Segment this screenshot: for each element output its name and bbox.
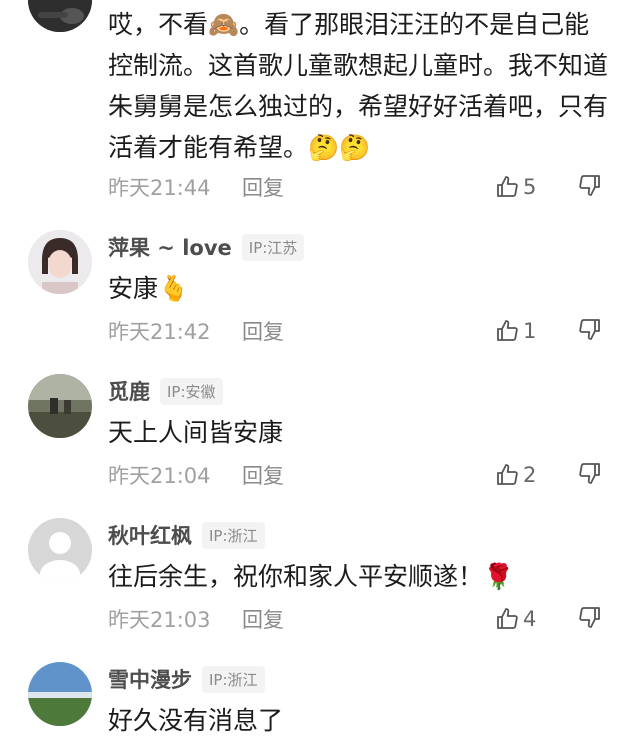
username[interactable]: 萍果 ~ love bbox=[108, 232, 232, 262]
ip-location-badge: IP:浙江 bbox=[202, 665, 265, 693]
comment-time: 昨天21:44 bbox=[108, 176, 211, 200]
avatar[interactable] bbox=[28, 518, 92, 582]
avatar[interactable] bbox=[28, 230, 92, 294]
comment-header: 雪中漫步 IP:浙江 bbox=[108, 662, 265, 696]
avatar-image bbox=[28, 662, 92, 726]
ip-location-badge: IP:安徽 bbox=[160, 377, 223, 405]
comment-text: 安康🫰 bbox=[108, 274, 190, 303]
like-button[interactable]: 4 bbox=[495, 607, 536, 631]
thumbs-down-icon bbox=[579, 463, 600, 484]
comment-time: 昨天21:04 bbox=[108, 464, 211, 488]
reply-button[interactable]: 回复 bbox=[242, 604, 284, 634]
thumbs-up-icon bbox=[497, 608, 518, 629]
comment-text: 好久没有消息了 bbox=[108, 706, 284, 735]
thumbs-down-icon bbox=[579, 607, 600, 628]
like-count: 5 bbox=[523, 175, 537, 199]
comment-text: 哎，不看🙈。看了那眼泪汪汪的不是自己能控制流。这首歌儿童歌想起儿童时。我不知道朱… bbox=[108, 10, 609, 162]
like-button[interactable]: 1 bbox=[495, 319, 536, 343]
comment-meta: 昨天21:42 回复 1 bbox=[108, 314, 618, 348]
thumbs-up-icon bbox=[497, 176, 518, 197]
thumbs-up-icon bbox=[497, 320, 518, 341]
reply-button[interactable]: 回复 bbox=[242, 172, 284, 202]
avatar-image bbox=[28, 230, 92, 294]
default-avatar-icon bbox=[28, 518, 92, 582]
avatar-image bbox=[28, 0, 92, 32]
dislike-button[interactable] bbox=[578, 173, 602, 201]
ip-location-badge: IP:江苏 bbox=[241, 233, 305, 261]
comment-header: 觅鹿 IP:安徽 bbox=[108, 374, 223, 408]
comment-text: 天上人间皆安康 bbox=[108, 418, 284, 447]
username[interactable]: 觅鹿 bbox=[108, 376, 150, 406]
comment-meta: 昨天21:04 回复 2 bbox=[108, 458, 618, 492]
username[interactable]: 雪中漫步 bbox=[108, 664, 192, 694]
comment-text: 往后余生，祝你和家人平安顺遂！🌹 bbox=[108, 562, 515, 591]
avatar[interactable] bbox=[28, 662, 92, 726]
dislike-button[interactable] bbox=[578, 317, 602, 345]
thumbs-down-icon bbox=[579, 319, 600, 340]
like-count: 1 bbox=[523, 319, 537, 343]
ip-location-badge: IP:浙江 bbox=[202, 521, 265, 549]
like-count: 4 bbox=[523, 607, 537, 631]
comment-header: 秋叶红枫 IP:浙江 bbox=[108, 518, 265, 552]
dislike-button[interactable] bbox=[578, 605, 602, 633]
avatar[interactable] bbox=[28, 374, 92, 438]
like-button[interactable]: 2 bbox=[495, 463, 536, 487]
comment-meta: 昨天21:44 回复 5 bbox=[108, 170, 618, 204]
comment-header: 萍果 ~ love IP:江苏 bbox=[108, 230, 305, 264]
username[interactable]: 秋叶红枫 bbox=[108, 520, 192, 550]
avatar-image bbox=[28, 374, 92, 438]
like-count: 2 bbox=[523, 463, 537, 487]
dislike-button[interactable] bbox=[578, 461, 602, 489]
comment-time: 昨天21:42 bbox=[108, 320, 211, 344]
reply-button[interactable]: 回复 bbox=[242, 460, 284, 490]
thumbs-down-icon bbox=[579, 175, 600, 196]
avatar[interactable] bbox=[28, 0, 92, 32]
like-button[interactable]: 5 bbox=[495, 175, 536, 199]
comment-time: 昨天21:03 bbox=[108, 608, 211, 632]
thumbs-up-icon bbox=[497, 464, 518, 485]
reply-button[interactable]: 回复 bbox=[242, 316, 284, 346]
comment-meta: 昨天21:03 回复 4 bbox=[108, 602, 618, 636]
